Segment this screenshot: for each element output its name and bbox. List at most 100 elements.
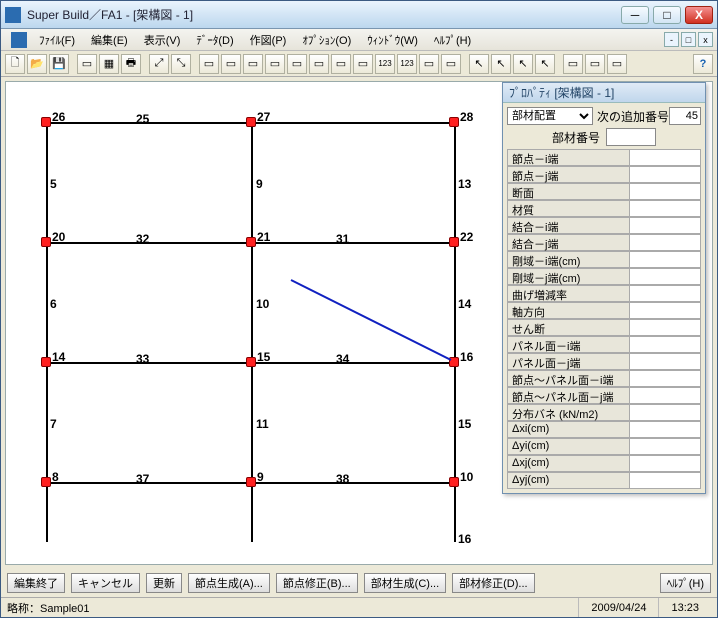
statusbar: 略称：Sample01 2009/04/24 13:23: [1, 597, 717, 617]
prop-label: 断面: [507, 183, 629, 200]
zoom-in-icon[interactable]: ⤢: [149, 54, 169, 74]
generate-members-button[interactable]: 部材生成(C)...: [364, 573, 446, 593]
menu-draw[interactable]: 作図(P): [242, 30, 295, 50]
draw-line: [6, 82, 498, 547]
save-icon[interactable]: 💾: [49, 54, 69, 74]
view5-icon[interactable]: ▭: [287, 54, 307, 74]
prop-value-input[interactable]: [629, 166, 701, 183]
prop-value-input[interactable]: [629, 200, 701, 217]
update-button[interactable]: 更新: [146, 573, 182, 593]
view3-icon[interactable]: ▭: [243, 54, 263, 74]
generate-nodes-button[interactable]: 節点生成(A)...: [188, 573, 270, 593]
paste-icon[interactable]: ▭: [585, 54, 605, 74]
print-icon[interactable]: 🖶: [121, 54, 141, 74]
view1-icon[interactable]: ▭: [199, 54, 219, 74]
menu-file[interactable]: ﾌｧｲﾙ(F): [31, 30, 83, 50]
props-icon[interactable]: ▭: [607, 54, 627, 74]
prop-label: 剛域－j端(cm): [507, 268, 629, 285]
prop-value-input[interactable]: [629, 353, 701, 370]
tool2-icon[interactable]: ▭: [441, 54, 461, 74]
prop-value-input[interactable]: [629, 183, 701, 200]
prop-value-input[interactable]: [629, 268, 701, 285]
close-button[interactable]: X: [685, 6, 713, 24]
properties-header[interactable]: ﾌﾟﾛﾊﾟﾃｨ [架構図 - 1]: [503, 83, 705, 103]
view6-icon[interactable]: ▭: [309, 54, 329, 74]
end-edit-button[interactable]: 編集終了: [7, 573, 65, 593]
mdi-close-button[interactable]: x: [698, 32, 713, 47]
member-number-label: 部材番号: [552, 129, 600, 146]
status-time: 13:23: [658, 598, 711, 617]
prop-value-input[interactable]: [629, 302, 701, 319]
prop-row-f18: Δxj(cm): [507, 455, 701, 472]
minimize-button[interactable]: ─: [621, 6, 649, 24]
cancel-button[interactable]: キャンセル: [71, 573, 140, 593]
prop-row-f11: パネル面－i端: [507, 336, 701, 353]
prop-label: Δxi(cm): [507, 421, 629, 438]
zoom-out-icon[interactable]: ⤡: [171, 54, 191, 74]
prop-value-input[interactable]: [629, 319, 701, 336]
open-icon[interactable]: 📂: [27, 54, 47, 74]
prop-value-input[interactable]: [629, 387, 701, 404]
view8-icon[interactable]: ▭: [353, 54, 373, 74]
prop-value-input[interactable]: [629, 217, 701, 234]
prop-value-input[interactable]: [629, 438, 701, 455]
member-number-input[interactable]: [606, 128, 656, 146]
menu-option[interactable]: ｵﾌﾟｼｮﾝ(O): [294, 30, 359, 50]
prop-row-f14: 節点～パネル面－j端: [507, 387, 701, 404]
maximize-button[interactable]: □: [653, 6, 681, 24]
prop-value-input[interactable]: [629, 370, 701, 387]
canvas[interactable]: 26 27 28 20 21 22 14 15 16 8 9 10 25 5 9…: [6, 82, 498, 547]
prop-value-input[interactable]: [629, 285, 701, 302]
prop-value-input[interactable]: [629, 251, 701, 268]
num2-icon[interactable]: 123: [397, 54, 417, 74]
prop-row-f8: 曲げ増減率: [507, 285, 701, 302]
workarea[interactable]: 26 27 28 20 21 22 14 15 16 8 9 10 25 5 9…: [5, 81, 713, 565]
window-icon[interactable]: ▭: [77, 54, 97, 74]
toolbar: 🗋 📂 💾 ▭ ▦ 🖶 ⤢ ⤡ ▭ ▭ ▭ ▭ ▭ ▭ ▭ ▭ 123 123 …: [1, 51, 717, 77]
view4-icon[interactable]: ▭: [265, 54, 285, 74]
prop-value-input[interactable]: [629, 421, 701, 438]
select3-icon[interactable]: ↖: [513, 54, 533, 74]
prop-value-input[interactable]: [629, 234, 701, 251]
prop-value-input[interactable]: [629, 404, 701, 421]
mdi-minimize-button[interactable]: -: [664, 32, 679, 47]
help-icon[interactable]: ?: [693, 54, 713, 74]
status-name: 略称：Sample01: [7, 600, 90, 616]
copy-icon[interactable]: ▭: [563, 54, 583, 74]
window-title: Super Build／FA1 - [架構図 - 1]: [27, 6, 621, 23]
prop-row-f13: 節点～パネル面－i端: [507, 370, 701, 387]
select-icon[interactable]: ↖: [469, 54, 489, 74]
prop-value-input[interactable]: [629, 149, 701, 166]
prop-value-input[interactable]: [629, 336, 701, 353]
property-fields: 節点－i端節点－j端断面材質結合－i端結合－j端剛域－i端(cm)剛域－j端(c…: [507, 149, 701, 489]
mode-select[interactable]: 部材配置: [507, 107, 593, 125]
help-button[interactable]: ﾍﾙﾌﾟ(H): [660, 573, 711, 593]
view2-icon[interactable]: ▭: [221, 54, 241, 74]
menu-help[interactable]: ﾍﾙﾌﾟ(H): [426, 30, 479, 50]
view7-icon[interactable]: ▭: [331, 54, 351, 74]
tile-icon[interactable]: ▦: [99, 54, 119, 74]
prop-row-f7: 剛域－j端(cm): [507, 268, 701, 285]
tool1-icon[interactable]: ▭: [419, 54, 439, 74]
prop-label: 結合－j端: [507, 234, 629, 251]
next-number-input[interactable]: [669, 107, 701, 125]
new-icon[interactable]: 🗋: [5, 54, 25, 74]
prop-label: 節点～パネル面－i端: [507, 370, 629, 387]
menu-window[interactable]: ｳｨﾝﾄﾞｳ(W): [359, 30, 426, 50]
prop-value-input[interactable]: [629, 455, 701, 472]
prop-label: Δyj(cm): [507, 472, 629, 489]
menu-edit[interactable]: 編集(E): [83, 30, 136, 50]
menu-data[interactable]: ﾃﾞｰﾀ(D): [188, 30, 241, 50]
titlebar[interactable]: Super Build／FA1 - [架構図 - 1] ─ □ X: [1, 1, 717, 29]
prop-label: せん断: [507, 319, 629, 336]
prop-label: Δyi(cm): [507, 438, 629, 455]
menu-view[interactable]: 表示(V): [136, 30, 189, 50]
num-icon[interactable]: 123: [375, 54, 395, 74]
select4-icon[interactable]: ↖: [535, 54, 555, 74]
select2-icon[interactable]: ↖: [491, 54, 511, 74]
prop-row-f16: Δxi(cm): [507, 421, 701, 438]
fix-nodes-button[interactable]: 節点修正(B)...: [276, 573, 358, 593]
mdi-restore-button[interactable]: □: [681, 32, 696, 47]
fix-members-button[interactable]: 部材修正(D)...: [452, 573, 534, 593]
prop-value-input[interactable]: [629, 472, 701, 489]
